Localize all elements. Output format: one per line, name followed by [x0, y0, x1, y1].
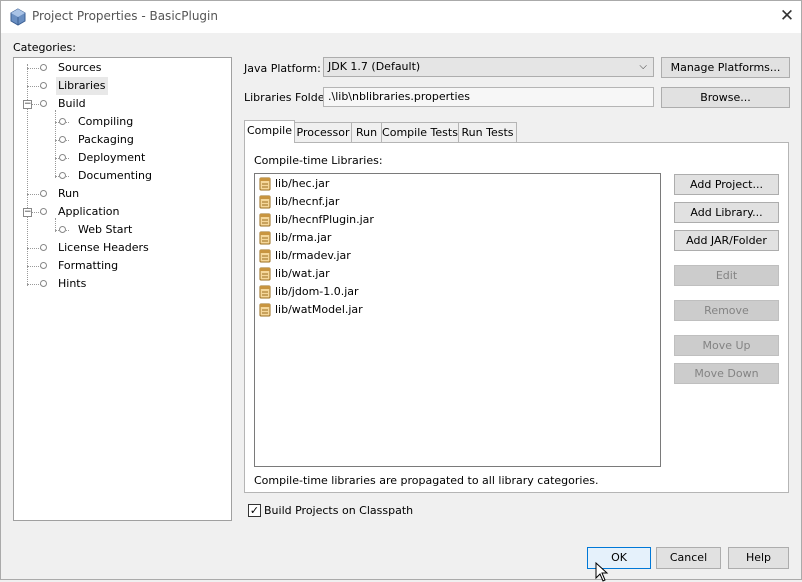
- library-name: lib/hecnfPlugin.jar: [275, 213, 374, 226]
- library-name: lib/hecnf.jar: [275, 195, 340, 208]
- tree-item-sources[interactable]: Sources: [14, 59, 214, 77]
- tab-compile[interactable]: Compile: [244, 120, 295, 143]
- build-on-classpath-checkbox[interactable]: ✓: [248, 504, 261, 517]
- tree-item-application[interactable]: Application: [14, 203, 214, 221]
- tree-item-web-start[interactable]: Web Start: [14, 221, 214, 239]
- node-bullet-icon: [40, 82, 47, 89]
- node-bullet-icon: [59, 226, 66, 233]
- tab-compile-tests[interactable]: Compile Tests: [381, 122, 459, 143]
- node-bullet-icon: [59, 118, 66, 125]
- tree-item-label: Documenting: [78, 169, 152, 182]
- node-bullet-icon: [40, 280, 47, 287]
- tree-item-build[interactable]: Build: [14, 95, 214, 113]
- tree-item-compiling[interactable]: Compiling: [14, 113, 214, 131]
- tree-item-label: License Headers: [58, 241, 149, 254]
- tree-item-label: Packaging: [78, 133, 134, 146]
- help-button[interactable]: Help: [728, 547, 789, 569]
- library-name: lib/rmadev.jar: [275, 249, 351, 262]
- libraries-folder-field[interactable]: .\lib\nblibraries.properties: [323, 87, 654, 107]
- node-bullet-icon: [40, 262, 47, 269]
- jar-icon: [259, 267, 271, 281]
- categories-tree: Sources Libraries − Build Compiling Pack…: [13, 57, 232, 521]
- project-properties-dialog: Project Properties - BasicPlugin ✕ Categ…: [0, 0, 802, 582]
- node-bullet-icon: [40, 244, 47, 251]
- tree-item-libraries[interactable]: Libraries: [14, 77, 214, 95]
- library-name: lib/wat.jar: [275, 267, 330, 280]
- jar-icon: [259, 249, 271, 263]
- library-name: lib/watModel.jar: [275, 303, 363, 316]
- tree-item-label: Build: [58, 97, 86, 110]
- tree-item-formatting[interactable]: Formatting: [14, 257, 214, 275]
- tab-processor[interactable]: Processor: [294, 122, 352, 143]
- add-library-button[interactable]: Add Library...: [674, 202, 779, 223]
- netbeans-cube-icon: [10, 8, 26, 26]
- tab-run-tests[interactable]: Run Tests: [458, 122, 517, 143]
- tree-item-packaging[interactable]: Packaging: [14, 131, 214, 149]
- node-bullet-icon: [59, 172, 66, 179]
- manage-platforms-button[interactable]: Manage Platforms...: [661, 57, 790, 78]
- compile-time-libraries-label: Compile-time Libraries:: [254, 154, 383, 167]
- tree-item-label: Deployment: [78, 151, 146, 164]
- tree-item-run[interactable]: Run: [14, 185, 214, 203]
- window-title: Project Properties - BasicPlugin: [32, 9, 218, 23]
- tree-item-label: Application: [58, 205, 120, 218]
- tree-item-label: Web Start: [78, 223, 133, 236]
- library-name: lib/jdom-1.0.jar: [275, 285, 359, 298]
- title-bar: Project Properties - BasicPlugin ✕: [1, 1, 801, 33]
- tab-run[interactable]: Run: [351, 122, 382, 143]
- node-bullet-icon: [40, 64, 47, 71]
- node-bullet-icon: [59, 154, 66, 161]
- edit-button[interactable]: Edit: [674, 265, 779, 286]
- jar-icon: [259, 195, 271, 209]
- categories-label: Categories:: [13, 41, 76, 54]
- tree-item-license-headers[interactable]: License Headers: [14, 239, 214, 257]
- tree-item-label: Sources: [58, 61, 102, 74]
- tree-item-label: Formatting: [58, 259, 119, 272]
- node-bullet-icon: [40, 208, 47, 215]
- add-project-button[interactable]: Add Project...: [674, 174, 779, 195]
- close-icon[interactable]: ✕: [777, 6, 797, 26]
- compile-libraries-list[interactable]: lib/hec.jar lib/hecnf.jar lib/hecnfPlugi…: [254, 173, 661, 467]
- tree-item-label: Libraries: [56, 77, 108, 95]
- tree-item-label: Run: [58, 187, 80, 200]
- tree-item-documenting[interactable]: Documenting: [14, 167, 214, 185]
- cancel-button[interactable]: Cancel: [656, 547, 721, 569]
- jar-icon: [259, 213, 271, 227]
- jar-icon: [259, 177, 271, 191]
- propagation-note: Compile-time libraries are propagated to…: [254, 474, 599, 487]
- tree-item-label: Hints: [58, 277, 87, 290]
- node-bullet-icon: [40, 190, 47, 197]
- move-down-button[interactable]: Move Down: [674, 363, 779, 384]
- java-platform-select[interactable]: JDK 1.7 (Default) ⌵: [323, 57, 654, 77]
- node-bullet-icon: [40, 100, 47, 107]
- mouse-pointer-icon: [595, 562, 609, 582]
- move-up-button[interactable]: Move Up: [674, 335, 779, 356]
- library-name: lib/rma.jar: [275, 231, 332, 244]
- tree-item-hints[interactable]: Hints: [14, 275, 214, 293]
- java-platform-value: JDK 1.7 (Default): [328, 60, 421, 73]
- tree-item-label: Compiling: [78, 115, 134, 128]
- jar-icon: [259, 231, 271, 245]
- jar-icon: [259, 303, 271, 317]
- jar-icon: [259, 285, 271, 299]
- tree-item-deployment[interactable]: Deployment: [14, 149, 214, 167]
- node-bullet-icon: [59, 136, 66, 143]
- java-platform-label: Java Platform:: [244, 62, 321, 75]
- remove-button[interactable]: Remove: [674, 300, 779, 321]
- chevron-down-icon: ⌵: [639, 61, 647, 72]
- build-on-classpath-label[interactable]: Build Projects on Classpath: [264, 504, 413, 517]
- add-jar-folder-button[interactable]: Add JAR/Folder: [674, 230, 779, 251]
- library-name: lib/hec.jar: [275, 177, 330, 190]
- browse-button[interactable]: Browse...: [661, 87, 790, 108]
- libraries-folder-label: Libraries Folder:: [244, 91, 333, 104]
